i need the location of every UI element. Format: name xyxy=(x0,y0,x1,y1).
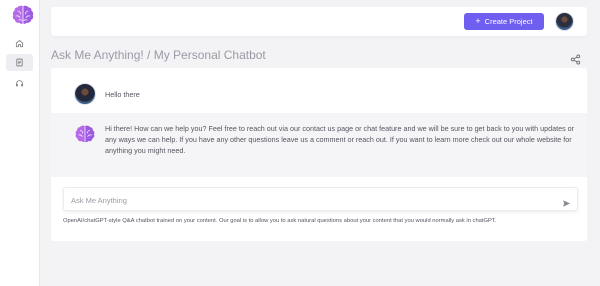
bot-message-text: Hi there! How can we help you? Feel free… xyxy=(105,124,575,155)
chat-input-box xyxy=(63,187,578,211)
bot-brain-icon xyxy=(74,124,96,146)
sidebar xyxy=(0,0,40,286)
create-project-button[interactable]: + Create Project xyxy=(464,13,544,30)
sidebar-item-support[interactable] xyxy=(6,75,33,92)
create-project-label: Create Project xyxy=(484,17,533,26)
sidebar-item-documents[interactable] xyxy=(6,54,33,71)
chat-input[interactable] xyxy=(71,193,551,207)
user-avatar[interactable] xyxy=(555,12,574,31)
chat-message-user: Hello there xyxy=(51,80,587,108)
top-bar: + Create Project xyxy=(51,7,587,36)
send-icon[interactable] xyxy=(562,195,571,207)
chat-message-bot: Hi there! How can we help you? Feel free… xyxy=(51,113,587,177)
page-title: Ask Me Anything! / My Personal Chatbot xyxy=(51,48,266,62)
document-icon xyxy=(15,54,24,72)
user-message-text: Hello there xyxy=(105,90,140,99)
brain-icon[interactable] xyxy=(11,4,35,28)
home-icon xyxy=(15,35,24,53)
user-message-avatar xyxy=(74,83,96,105)
plus-icon: + xyxy=(475,16,481,26)
share-icon[interactable] xyxy=(570,52,581,65)
chat-panel: Hello there Hi there! How can we help yo… xyxy=(51,68,587,241)
sidebar-item-home[interactable] xyxy=(6,35,33,52)
chat-disclaimer: OpenAI/chatGPT-style Q&A chatbot trained… xyxy=(63,218,497,224)
headset-icon xyxy=(15,75,24,93)
